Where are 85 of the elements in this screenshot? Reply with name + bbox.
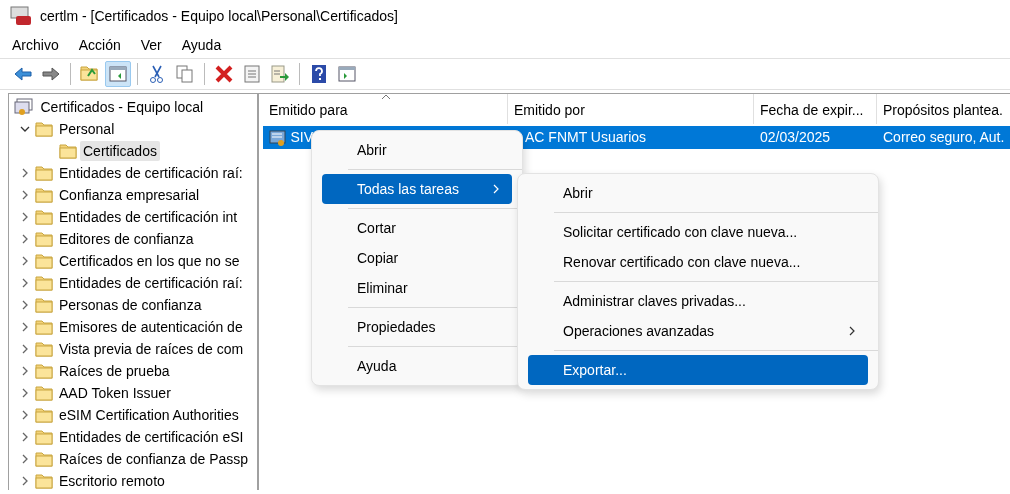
menu-item[interactable]: Exportar... (528, 355, 868, 385)
folder-icon (34, 406, 53, 424)
column-header[interactable]: Fecha de expir... (754, 94, 877, 124)
folder-icon (34, 384, 53, 402)
table-cell-text: 02/03/2025 (760, 128, 831, 147)
menu-item[interactable]: Renovar certificado con clave nueva... (528, 247, 868, 277)
console-tree-icon (108, 64, 128, 84)
console-tree-button[interactable] (105, 61, 131, 87)
tree-item[interactable]: AAD Token Issuer (56, 383, 174, 403)
tree-item[interactable]: Raíces de prueba (56, 361, 173, 381)
menu-item[interactable]: Administrar claves privadas... (528, 286, 868, 316)
menu-item-label: Ayuda (357, 356, 397, 376)
menu-item[interactable]: Ayuda (181, 32, 222, 58)
tree-item[interactable]: Editores de confianza (56, 229, 197, 249)
back-arrow-icon (13, 64, 33, 84)
menu-item[interactable]: Operaciones avanzadas (528, 316, 868, 346)
menu-item-label: Todas las tareas (357, 179, 459, 199)
menu-item-label: Administrar claves privadas... (563, 291, 746, 311)
export-list-icon (270, 64, 290, 84)
column-header[interactable]: Emitido por (508, 94, 754, 124)
table-cell-text: AC FNMT Usuarios (525, 128, 647, 147)
folder-icon (34, 186, 53, 204)
menu-item-label: Renovar certificado con clave nueva... (563, 252, 801, 272)
menu-item-label: Eliminar (357, 278, 408, 298)
copy-icon (175, 64, 195, 84)
tree-item[interactable]: Escritorio remoto (56, 471, 168, 490)
tree-item[interactable]: Certificados - Equipo local (37, 97, 207, 117)
help-icon (309, 64, 329, 84)
menu-item[interactable]: Copiar (322, 243, 512, 273)
folder-icon (34, 208, 53, 226)
menu-item[interactable]: Propiedades (322, 312, 512, 342)
action-pane-icon (337, 64, 357, 84)
folder-icon (34, 340, 53, 358)
menu-item-label: Solicitar certificado con clave nueva... (563, 222, 798, 242)
tree-item[interactable]: Entidades de certificación raí: (56, 163, 246, 183)
menu-item[interactable]: Ayuda (322, 351, 512, 381)
tree-item[interactable]: Emisores de autenticación de (56, 317, 246, 337)
tree-item[interactable]: Personal (56, 119, 118, 139)
menu-item[interactable]: Solicitar certificado con clave nueva... (528, 217, 868, 247)
app-icon (10, 6, 32, 26)
forward-arrow-icon (41, 64, 61, 84)
table-cell-text: Correo seguro, Aut. (883, 128, 1005, 147)
certificate-icon (269, 128, 287, 147)
column-header[interactable]: Emitido para (263, 94, 508, 124)
menu-item-label: Abrir (563, 183, 593, 203)
folder-up-icon (80, 64, 100, 84)
menu-item-label: Copiar (357, 248, 399, 268)
menu-item[interactable]: Acción (78, 32, 121, 58)
folder-icon (34, 230, 53, 248)
menu-item[interactable]: Cortar (322, 213, 512, 243)
folder-icon (34, 362, 53, 380)
folder-icon (34, 428, 53, 446)
menu-item-label: Exportar... (563, 360, 627, 380)
menu-item[interactable]: Abrir (528, 178, 868, 208)
folder-icon (34, 120, 53, 138)
tree-item[interactable]: Entidades de certificación int (56, 207, 241, 227)
tree-item[interactable]: Certificados en los que no se (56, 251, 243, 271)
computer-certificate-icon (14, 98, 34, 116)
folder-icon (34, 274, 53, 292)
menu-item-label: Cortar (357, 218, 396, 238)
tree-item[interactable]: Certificados (80, 141, 160, 161)
delete-icon (214, 64, 234, 84)
menu-item[interactable]: Todas las tareas (322, 174, 512, 204)
folder-icon (34, 450, 53, 468)
tree-item[interactable]: Entidades de certificación eSI (56, 427, 247, 447)
folder-icon (34, 318, 53, 336)
menu-item[interactable]: Eliminar (322, 273, 512, 303)
folder-icon (34, 164, 53, 182)
tree-item[interactable]: eSIM Certification Authorities (56, 405, 242, 425)
properties-icon (242, 64, 262, 84)
menu-item-label: Operaciones avanzadas (563, 321, 714, 341)
folder-icon (34, 472, 53, 490)
folder-icon (58, 142, 77, 160)
column-header[interactable]: Propósitos plantea. (877, 94, 1010, 124)
menu-item[interactable]: Archivo (12, 32, 59, 58)
tree-item[interactable]: Personas de confianza (56, 295, 205, 315)
tree-item[interactable]: Confianza empresarial (56, 185, 203, 205)
tree-item[interactable]: Entidades de certificación raí: (56, 273, 246, 293)
folder-icon (34, 296, 53, 314)
tree-item[interactable]: Vista previa de raíces de com (56, 339, 247, 359)
folder-icon (34, 252, 53, 270)
menu-item[interactable]: Ver (140, 32, 162, 58)
window-title: certlm - [Certificados - Equipo local\Personal\Certificados] (40, 6, 398, 26)
menu-item-label: Propiedades (357, 317, 436, 337)
tree-item[interactable]: Raíces de confianza de Passp (56, 449, 252, 469)
